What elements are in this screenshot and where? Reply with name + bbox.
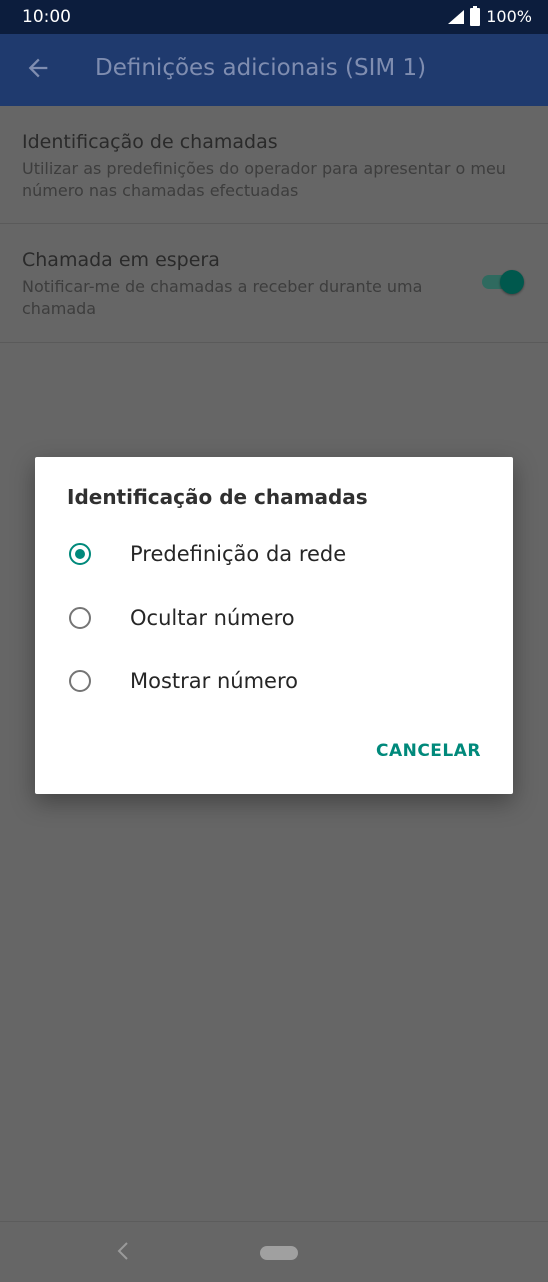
pref-summary: Utilizar as predefinições do operador pa… — [22, 159, 506, 200]
radio-selected-icon[interactable] — [69, 543, 91, 565]
radio-unselected-icon[interactable] — [69, 607, 91, 629]
app-bar: Definições adicionais (SIM 1) — [0, 34, 548, 106]
status-bar: 10:00 100% — [0, 0, 548, 34]
option-label: Mostrar número — [130, 669, 298, 693]
battery-icon — [470, 5, 481, 26]
option-network-default[interactable]: Predefinição da rede — [35, 527, 513, 587]
page-title: Definições adicionais (SIM 1) — [95, 55, 427, 81]
option-label: Ocultar número — [130, 606, 295, 630]
pref-title: Identificação de chamadas — [22, 131, 278, 153]
battery-level: 100% — [486, 7, 532, 26]
navigation-bar — [0, 1221, 548, 1282]
option-show-number[interactable]: Mostrar número — [35, 654, 513, 714]
nav-home-pill[interactable] — [260, 1246, 298, 1260]
call-waiting-toggle[interactable] — [482, 270, 524, 294]
pref-call-waiting[interactable]: Chamada em espera Notificar-me de chamad… — [0, 224, 548, 343]
pref-title: Chamada em espera — [22, 249, 220, 271]
cancel-button[interactable]: CANCELAR — [376, 741, 481, 761]
radio-unselected-icon[interactable] — [69, 670, 91, 692]
option-label: Predefinição da rede — [130, 542, 347, 566]
back-arrow-icon[interactable] — [24, 54, 52, 82]
pref-summary: Notificar-me de chamadas a receber duran… — [22, 277, 423, 318]
status-time: 10:00 — [22, 7, 71, 27]
nav-back-icon[interactable] — [112, 1239, 136, 1263]
option-hide-number[interactable]: Ocultar número — [35, 591, 513, 651]
status-icons: 100% — [448, 5, 532, 26]
dialog-title: Identificação de chamadas — [67, 485, 368, 509]
caller-id-dialog: Identificação de chamadas Predefinição d… — [35, 457, 513, 794]
pref-caller-id[interactable]: Identificação de chamadas Utilizar as pr… — [0, 106, 548, 224]
signal-icon — [448, 9, 465, 24]
toggle-thumb — [500, 270, 524, 294]
